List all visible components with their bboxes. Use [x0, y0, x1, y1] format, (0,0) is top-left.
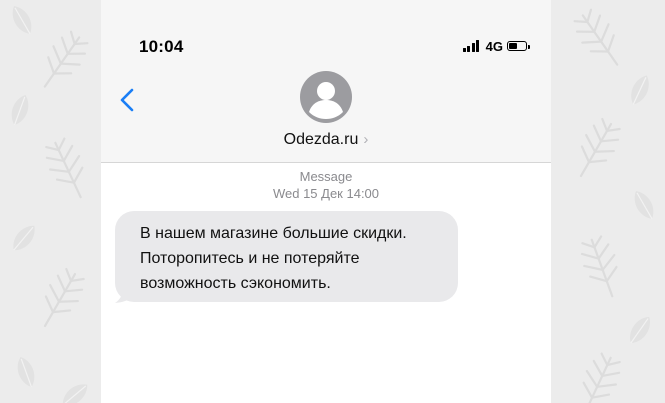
contact-name: Odezda.ru	[283, 131, 359, 148]
message-type-label: Message	[299, 169, 353, 184]
message-timestamp: Wed 15 Дек 14:00	[272, 186, 380, 201]
battery-icon	[507, 41, 530, 51]
chevron-right-icon: ›	[363, 131, 369, 148]
message-text-line: Поторопитесь и не потеряйте	[140, 250, 360, 267]
signal-icon	[462, 40, 481, 52]
incoming-message-bubble[interactable]: В нашем магазине большие скидки. Потороп…	[115, 211, 458, 302]
contact-name-button[interactable]: Odezda.ru ›	[101, 131, 551, 149]
back-button[interactable]	[117, 86, 137, 114]
messages-screen: 10:04 4G Odezda.ru › Message Wed 15 Дек …	[101, 0, 551, 403]
status-time: 10:04	[139, 37, 184, 56]
status-indicators: 4G	[462, 38, 530, 54]
message-text-line: возможность сэкономить.	[140, 275, 331, 292]
message-bubble-container: В нашем магазине большие скидки. Потороп…	[115, 211, 458, 303]
conversation-header: 10:04 4G Odezda.ru ›	[101, 0, 551, 163]
chevron-left-icon	[120, 88, 134, 112]
network-type: 4G	[485, 38, 503, 54]
person-avatar-icon[interactable]	[300, 71, 352, 123]
message-text-line: В нашем магазине большие скидки.	[140, 225, 407, 242]
